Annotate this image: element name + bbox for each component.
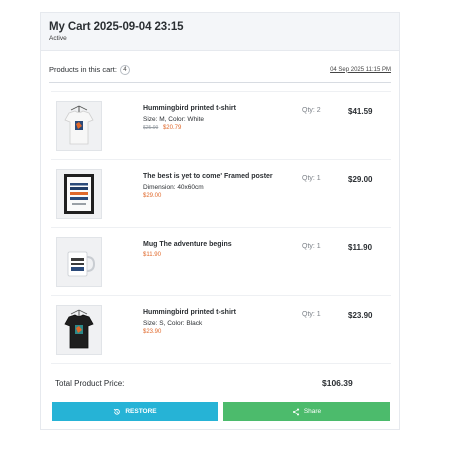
item-quantity: Qty: 1 xyxy=(302,175,321,182)
product-thumbnail-framed-poster[interactable] xyxy=(56,169,102,219)
cart-card: My Cart 2025-09-04 23:15 Active Products… xyxy=(40,12,400,430)
white-tshirt-icon xyxy=(64,105,94,145)
product-thumbnail-mug[interactable] xyxy=(56,237,102,287)
item-total: $11.90 xyxy=(348,243,373,252)
item-name[interactable]: Hummingbird printed t-shirt xyxy=(143,309,283,318)
item-attributes: Size: M, Color: White xyxy=(143,115,205,123)
item-quantity: Qty: 1 xyxy=(302,311,321,318)
framed-poster-icon xyxy=(64,174,94,214)
item-old-price: $25.99 xyxy=(143,124,159,131)
item-price: $11.90 xyxy=(143,251,161,258)
restore-label: RESTORE xyxy=(125,408,157,415)
item-total: $29.00 xyxy=(348,175,373,184)
item-price: $23.90 xyxy=(143,328,162,335)
share-button[interactable]: Share xyxy=(223,402,390,421)
item-price-line: $11.90 xyxy=(143,252,283,258)
product-thumbnail-black-tshirt[interactable] xyxy=(56,305,102,355)
restore-button[interactable]: RESTORE xyxy=(52,402,218,421)
cart-header: My Cart 2025-09-04 23:15 Active xyxy=(41,13,399,51)
cart-item: Hummingbird printed t-shirt Size: M, Col… xyxy=(51,92,391,160)
item-price: $29.00 xyxy=(143,192,162,199)
item-attributes: Size: S, Color: Black xyxy=(143,319,203,327)
products-bar: Products in this cart: 4 04 Sep 2025 11:… xyxy=(49,57,391,83)
cart-title: My Cart 2025-09-04 23:15 xyxy=(49,21,184,33)
cart-date-link[interactable]: 04 Sep 2025 11:15 PM xyxy=(330,67,391,73)
item-total: $23.90 xyxy=(348,311,373,320)
item-info: Hummingbird printed t-shirt Size: M, Col… xyxy=(143,105,283,131)
item-attributes: Dimension: 40x60cm xyxy=(143,183,204,191)
cart-item: Hummingbird printed t-shirt Size: S, Col… xyxy=(51,296,391,364)
products-label: Products in this cart: xyxy=(49,65,117,74)
item-quantity: Qty: 2 xyxy=(302,107,321,114)
item-info: Mug The adventure begins $11.90 xyxy=(143,241,283,258)
item-price-line: $23.90 xyxy=(143,329,283,335)
item-info: Hummingbird printed t-shirt Size: S, Col… xyxy=(143,309,283,335)
item-name[interactable]: Hummingbird printed t-shirt xyxy=(143,105,283,114)
item-price-line: $25.99 $20.79 xyxy=(143,125,283,131)
products-count-badge: 4 xyxy=(119,64,130,75)
share-label: Share xyxy=(303,408,322,415)
cart-item: Mug The adventure begins $11.90 Qty: 1 $… xyxy=(51,228,391,296)
cart-items-list: Hummingbird printed t-shirt Size: M, Col… xyxy=(51,91,391,364)
item-info: The best is yet to come' Framed poster D… xyxy=(143,173,283,199)
product-thumbnail-white-tshirt[interactable] xyxy=(56,101,102,151)
total-row: Total Product Price: $106.39 xyxy=(55,375,391,391)
cart-status: Active xyxy=(49,35,67,42)
history-icon xyxy=(113,408,121,416)
total-label: Total Product Price: xyxy=(55,378,125,388)
item-price: $20.79 xyxy=(162,124,182,131)
black-tshirt-icon xyxy=(64,309,94,349)
item-name[interactable]: Mug The adventure begins xyxy=(143,241,283,250)
cart-item: The best is yet to come' Framed poster D… xyxy=(51,160,391,228)
total-value: $106.39 xyxy=(322,378,353,388)
item-name[interactable]: The best is yet to come' Framed poster xyxy=(143,173,283,182)
item-quantity: Qty: 1 xyxy=(302,243,321,250)
item-total: $41.59 xyxy=(348,107,373,116)
mug-icon xyxy=(67,251,96,277)
share-icon xyxy=(292,408,300,416)
item-price-line: $29.00 xyxy=(143,193,283,199)
products-label-wrap: Products in this cart: 4 xyxy=(49,64,130,75)
